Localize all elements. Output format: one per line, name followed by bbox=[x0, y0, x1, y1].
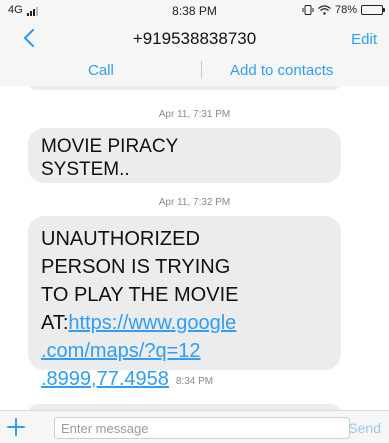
message-timestamp: Apr 11, 7:32 PM bbox=[158, 197, 231, 208]
send-button[interactable]: Send bbox=[348, 420, 381, 436]
message-timestamp: 8:34 PM bbox=[175, 376, 214, 387]
vibrate-icon bbox=[302, 5, 314, 15]
message-bubble-partial[interactable] bbox=[28, 86, 341, 90]
message-line: MOVIE PIRACY bbox=[41, 136, 179, 157]
call-button[interactable]: Call bbox=[88, 62, 114, 79]
status-indicators: 78% bbox=[302, 4, 385, 16]
message-line: PERSON IS TRYING bbox=[41, 256, 231, 278]
message-thread[interactable]: Apr 11, 7:31 PM MOVIE PIRACY SYSTEM.. Ap… bbox=[0, 86, 389, 410]
add-to-contacts-button[interactable]: Add to contacts bbox=[230, 62, 333, 79]
message-input[interactable] bbox=[54, 417, 350, 439]
map-link[interactable]: https://www.google bbox=[68, 312, 236, 334]
contact-actions: Call Add to contacts bbox=[0, 56, 389, 86]
message-line: AT:https://www.google bbox=[41, 309, 328, 337]
wifi-icon bbox=[318, 5, 331, 15]
message-bubble[interactable]: MOVIE PIRACY SYSTEM.. bbox=[28, 128, 341, 183]
message-line: .com/maps/?q=12 bbox=[41, 337, 328, 365]
contact-number-title: +919538838730 bbox=[132, 29, 257, 48]
action-divider bbox=[201, 61, 202, 79]
battery-percent: 78% bbox=[334, 4, 357, 16]
message-line: UNAUTHORIZED bbox=[41, 228, 200, 250]
message-line: SYSTEM.. bbox=[41, 159, 130, 180]
message-line: TO PLAY THE MOVIE bbox=[41, 284, 239, 306]
battery-icon bbox=[361, 5, 385, 15]
message-bubble[interactable]: UNAUTHORIZED PERSON IS TRYING TO PLAY TH… bbox=[28, 216, 341, 390]
navigation-bar: +919538838730 Edit bbox=[0, 22, 389, 56]
message-timestamp: Apr 11, 7:31 PM bbox=[158, 109, 231, 120]
message-composer: Send bbox=[0, 410, 389, 443]
message-text: AT: bbox=[41, 312, 69, 334]
edit-button[interactable]: Edit bbox=[351, 31, 377, 48]
map-link[interactable]: .com/maps/?q=12 bbox=[41, 340, 201, 362]
status-bar: 4G 8:38 PM 78% bbox=[0, 0, 389, 22]
plus-icon[interactable] bbox=[6, 417, 26, 437]
